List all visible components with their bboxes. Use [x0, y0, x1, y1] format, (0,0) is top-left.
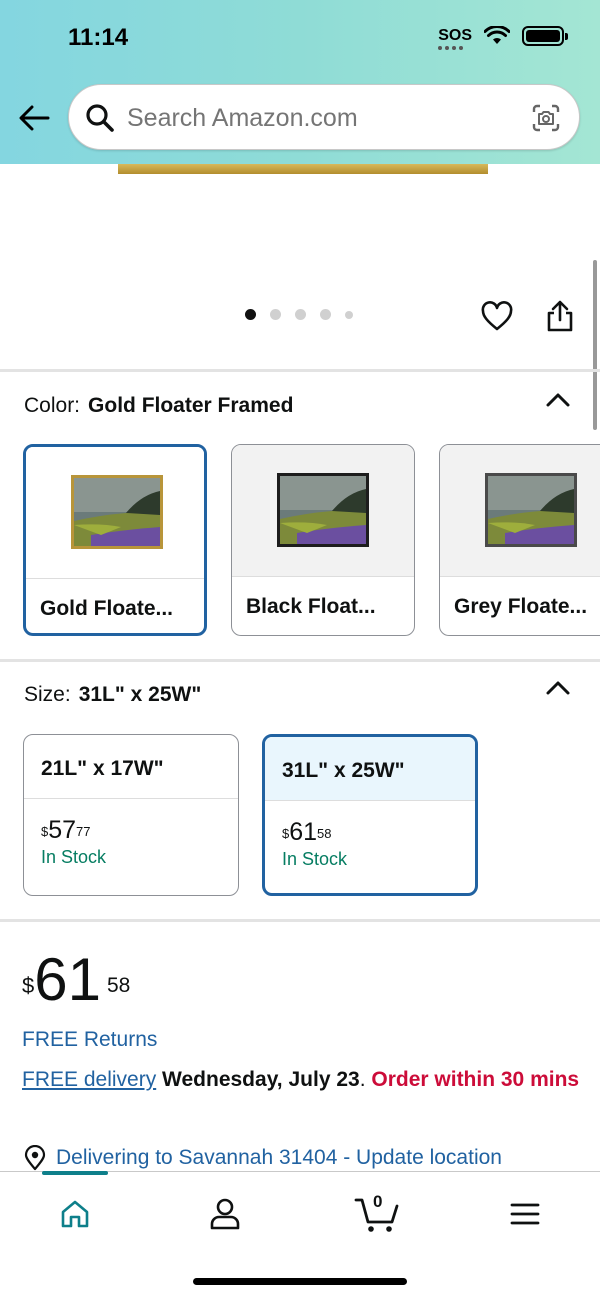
- pagination-dot[interactable]: [345, 310, 353, 319]
- back-arrow-icon[interactable]: [16, 100, 52, 136]
- delivery-separator: .: [359, 1068, 372, 1091]
- delivery-date: Wednesday, July 23: [162, 1068, 360, 1091]
- painting-thumbnail-icon: [277, 473, 369, 547]
- color-option-name: Black Float...: [246, 595, 376, 618]
- size-label: Size: 31L" x 25W": [24, 683, 201, 707]
- wifi-icon: [484, 26, 510, 44]
- color-option-name: Gold Floate...: [40, 597, 174, 620]
- sos-label: SOS: [438, 27, 472, 44]
- price-dollars: 61: [34, 946, 101, 1013]
- currency-symbol: $: [41, 824, 49, 839]
- stock-status: In Stock: [41, 847, 107, 867]
- account-icon: [210, 1198, 240, 1230]
- search-bar[interactable]: [68, 84, 580, 150]
- size-option-price: $5777: [24, 799, 238, 843]
- search-input[interactable]: [127, 104, 507, 133]
- size-option-large[interactable]: 31L" x 25W" $6158 In Stock: [262, 734, 478, 896]
- image-pagination[interactable]: [245, 309, 353, 320]
- signal-dots-icon: [438, 46, 470, 50]
- currency-symbol: $: [22, 973, 35, 998]
- nav-cart[interactable]: 0: [347, 1192, 407, 1236]
- pagination-dot[interactable]: [295, 309, 306, 320]
- camera-search-icon[interactable]: [531, 103, 561, 133]
- painting-thumbnail-icon: [485, 473, 577, 547]
- size-label-text: Size:: [24, 683, 71, 706]
- nav-account[interactable]: [195, 1192, 255, 1236]
- size-option-name: 31L" x 25W": [265, 737, 475, 801]
- price-dollars: 61: [289, 818, 318, 846]
- header: 11:14 SOS: [0, 0, 600, 164]
- order-deadline: Order within 30 mins: [371, 1068, 580, 1091]
- price-cents: 77: [76, 824, 91, 839]
- home-indicator[interactable]: [193, 1278, 407, 1285]
- search-icon: [86, 104, 114, 132]
- price-cents: 58: [107, 974, 131, 997]
- size-option-name: 21L" x 17W": [24, 735, 238, 799]
- color-selected-value: Gold Floater Framed: [88, 394, 294, 417]
- chevron-up-icon[interactable]: [545, 392, 571, 408]
- color-option-gold[interactable]: Gold Floate...: [23, 444, 207, 636]
- scrollbar[interactable]: [593, 260, 597, 430]
- location-text[interactable]: Delivering to Savannah 31404 - Update lo…: [56, 1146, 502, 1170]
- heart-icon[interactable]: [480, 300, 514, 334]
- delivery-location[interactable]: Delivering to Savannah 31404 - Update lo…: [22, 1145, 502, 1171]
- pagination-dot[interactable]: [270, 309, 281, 320]
- pagination-dot[interactable]: [320, 309, 331, 320]
- color-option-black[interactable]: Black Float...: [231, 444, 415, 636]
- share-icon[interactable]: [543, 298, 577, 334]
- product-image[interactable]: [118, 164, 488, 174]
- home-icon: [61, 1200, 89, 1228]
- color-thumbnail: [26, 447, 204, 579]
- painting-thumbnail-icon: [71, 475, 163, 549]
- nav-menu[interactable]: [495, 1192, 555, 1236]
- color-label-text: Color:: [24, 394, 81, 417]
- divider: [0, 919, 600, 922]
- divider: [0, 659, 600, 662]
- sos-indicator: SOS: [438, 27, 472, 50]
- color-option-grey[interactable]: Grey Floate...: [439, 444, 600, 636]
- delivery-info: FREE delivery Wednesday, July 23. Order …: [22, 1064, 582, 1095]
- color-thumbnail: [232, 445, 414, 577]
- size-selected-value: 31L" x 25W": [78, 683, 202, 706]
- nav-home[interactable]: [45, 1192, 105, 1236]
- chevron-up-icon[interactable]: [545, 680, 571, 696]
- color-label: Color: Gold Floater Framed: [24, 394, 293, 418]
- hamburger-menu-icon: [510, 1203, 540, 1225]
- color-option-name: Grey Floate...: [454, 595, 588, 618]
- size-option-small[interactable]: 21L" x 17W" $5777 In Stock: [23, 734, 239, 896]
- battery-icon: [522, 26, 568, 46]
- currency-symbol: $: [282, 826, 290, 841]
- cart-count-badge: 0: [373, 1192, 383, 1211]
- free-returns-link[interactable]: FREE Returns: [22, 1028, 157, 1052]
- free-delivery-link[interactable]: FREE delivery: [22, 1068, 156, 1091]
- pagination-dot[interactable]: [245, 309, 256, 320]
- product-price: $61 58: [22, 948, 130, 1012]
- status-time: 11:14: [68, 24, 129, 51]
- divider: [0, 369, 600, 372]
- status-icons: SOS: [438, 26, 568, 50]
- price-cents: 58: [317, 826, 332, 841]
- price-dollars: 57: [48, 816, 77, 844]
- color-thumbnail: [440, 445, 600, 577]
- stock-status: In Stock: [282, 849, 348, 869]
- active-tab-indicator: [42, 1171, 108, 1175]
- location-pin-icon: [24, 1145, 46, 1171]
- size-option-price: $6158: [265, 801, 475, 845]
